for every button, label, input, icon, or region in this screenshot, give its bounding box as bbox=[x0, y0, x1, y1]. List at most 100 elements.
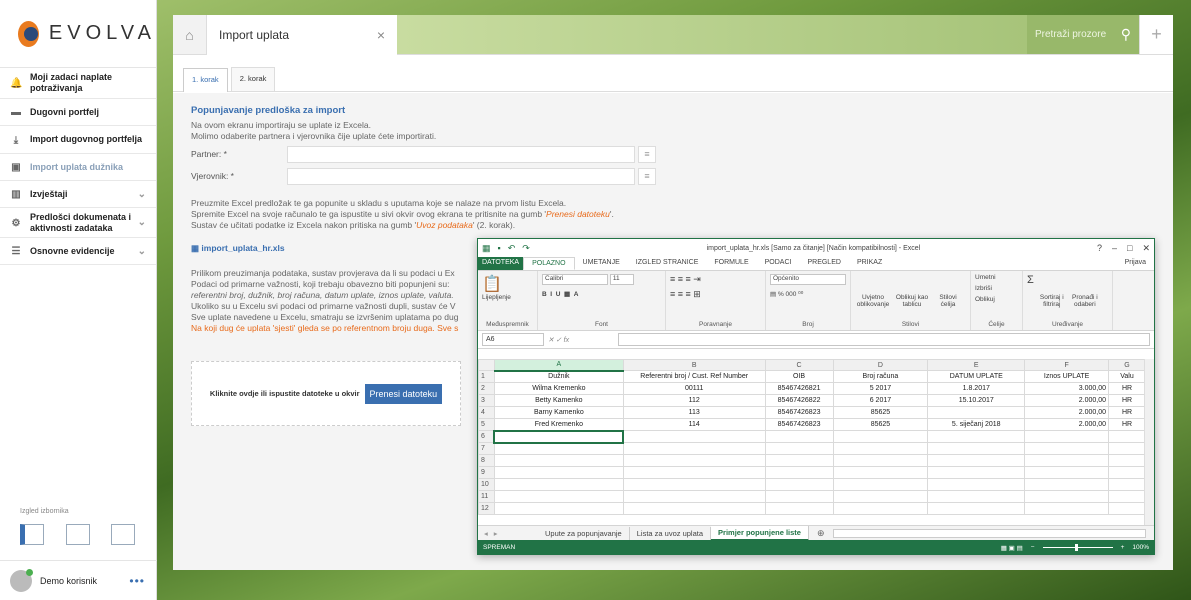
table-cell[interactable] bbox=[493, 466, 624, 479]
spreadsheet-grid[interactable]: A B C D E F G 1 Dužnik Referentni broj / C… bbox=[478, 359, 1146, 525]
layout-option-hidden[interactable] bbox=[111, 524, 135, 545]
sheet-tab-example[interactable]: Primjer popunjene liste bbox=[711, 525, 809, 541]
creditor-field[interactable] bbox=[287, 167, 635, 185]
font-name-select[interactable]: Calibri bbox=[542, 274, 608, 285]
row-header[interactable]: 8 bbox=[478, 454, 495, 467]
sidebar-item-records[interactable]: ☰ Osnovne evidencije ⌄ bbox=[0, 238, 156, 265]
redo-icon[interactable]: ↷ bbox=[522, 243, 530, 254]
layout-option-compact[interactable] bbox=[66, 524, 90, 545]
ribbon-tab-page-layout[interactable]: IZGLED STRANICE bbox=[628, 257, 707, 270]
row-header[interactable]: 2 bbox=[478, 382, 495, 395]
row-header[interactable]: 4 bbox=[478, 406, 495, 419]
table-cell[interactable]: OIB bbox=[764, 370, 834, 383]
add-sheet-icon[interactable]: ⊕ bbox=[817, 528, 825, 539]
table-cell[interactable] bbox=[1024, 466, 1110, 479]
table-cell[interactable] bbox=[764, 454, 834, 467]
table-cell[interactable] bbox=[1108, 430, 1146, 443]
table-cell[interactable] bbox=[1024, 430, 1110, 443]
home-icon[interactable]: ⌂ bbox=[173, 15, 207, 55]
upload-file-button[interactable]: Prenesi datoteku bbox=[364, 383, 443, 404]
sidebar-item-tasks[interactable]: 🔔 Moji zadaci naplate potraživanja bbox=[0, 68, 156, 99]
column-header[interactable]: C bbox=[764, 359, 834, 371]
save-icon[interactable]: ▪ bbox=[498, 243, 501, 254]
table-cell[interactable]: 113 bbox=[622, 406, 766, 419]
column-header[interactable]: B bbox=[622, 359, 766, 371]
table-cell[interactable] bbox=[622, 430, 766, 443]
format-cells-button[interactable]: Oblikuj bbox=[975, 296, 1018, 303]
table-cell[interactable]: Barny Kamenko bbox=[493, 406, 624, 419]
ribbon-tab-insert[interactable]: UMETANJE bbox=[575, 257, 628, 270]
autosum-icon[interactable]: Σ bbox=[1027, 274, 1034, 327]
ribbon-tab-file[interactable]: DATOTEKA bbox=[478, 257, 524, 270]
table-cell[interactable] bbox=[927, 454, 1026, 467]
table-cell[interactable] bbox=[622, 442, 766, 455]
table-cell[interactable] bbox=[1108, 442, 1146, 455]
table-cell[interactable] bbox=[1108, 478, 1146, 491]
sidebar-item-templates[interactable]: ⚙ Predlošci dokumenata i aktivnosti zadat… bbox=[0, 208, 156, 238]
row-header[interactable]: 5 bbox=[478, 418, 495, 431]
row-header[interactable]: 9 bbox=[478, 466, 495, 479]
column-header[interactable]: D bbox=[832, 359, 929, 371]
font-format-buttons[interactable]: B I U ▦ A bbox=[542, 290, 661, 298]
table-cell[interactable] bbox=[1108, 502, 1146, 515]
insert-cells-button[interactable]: Umetni bbox=[975, 274, 1018, 281]
table-cell[interactable] bbox=[927, 406, 1026, 419]
align-icons[interactable]: ≡ ≡ ≡ ⇥ bbox=[670, 274, 761, 285]
help-icon[interactable]: ? bbox=[1097, 243, 1102, 254]
vertical-scrollbar[interactable] bbox=[1144, 359, 1154, 525]
table-cell[interactable]: 2.000,00 bbox=[1024, 418, 1110, 431]
table-cell[interactable] bbox=[1024, 454, 1110, 467]
table-cell[interactable] bbox=[1108, 466, 1146, 479]
window-search-input[interactable]: Pretraži prozore ⚲ bbox=[1027, 15, 1139, 54]
table-cell[interactable]: Fred Kremenko bbox=[493, 418, 624, 431]
maximize-icon[interactable]: □ bbox=[1127, 243, 1132, 254]
table-cell[interactable]: 85467426821 bbox=[764, 382, 834, 395]
sidebar-item-import-portfolio[interactable]: ⤓ Import dugovnog portfelja bbox=[0, 126, 156, 154]
table-cell[interactable]: 00111 bbox=[622, 382, 766, 395]
zoom-in-icon[interactable]: + bbox=[1121, 544, 1125, 551]
table-cell[interactable] bbox=[832, 502, 929, 515]
table-cell[interactable]: 85467426823 bbox=[764, 406, 834, 419]
close-icon[interactable]: × bbox=[377, 27, 385, 43]
table-cell[interactable] bbox=[832, 430, 929, 443]
sheet-tab-instructions[interactable]: Upute za popunjavanje bbox=[538, 526, 630, 540]
delete-cells-button[interactable]: Izbriši bbox=[975, 285, 1018, 292]
table-cell[interactable] bbox=[832, 454, 929, 467]
tab-import-payments[interactable]: Import uplata × bbox=[207, 15, 397, 55]
sidebar-item-import-payments[interactable]: ▣ Import uplata dužnika bbox=[0, 154, 156, 181]
tab-step-1[interactable]: 1. korak bbox=[183, 68, 228, 92]
view-icons[interactable]: ▦ ▣ ▤ bbox=[1001, 544, 1023, 552]
zoom-out-icon[interactable]: − bbox=[1031, 544, 1035, 551]
table-cell[interactable] bbox=[493, 478, 624, 491]
sheet-nav-arrows[interactable]: ◂▸ bbox=[478, 529, 538, 538]
formula-input[interactable] bbox=[618, 333, 1150, 346]
table-cell[interactable] bbox=[927, 430, 1026, 443]
table-cell[interactable] bbox=[493, 490, 624, 503]
table-cell[interactable]: HR bbox=[1108, 382, 1146, 395]
table-cell[interactable] bbox=[622, 490, 766, 503]
column-header[interactable]: G bbox=[1108, 359, 1146, 371]
table-cell[interactable] bbox=[622, 478, 766, 491]
table-cell[interactable] bbox=[622, 466, 766, 479]
number-format-select[interactable]: Općenito bbox=[770, 274, 846, 285]
table-cell[interactable]: 85467426822 bbox=[764, 394, 834, 407]
table-cell[interactable]: 1.8.2017 bbox=[927, 382, 1026, 395]
row-header[interactable]: 1 bbox=[478, 370, 495, 383]
table-cell[interactable]: 112 bbox=[622, 394, 766, 407]
table-cell[interactable] bbox=[622, 502, 766, 515]
table-cell[interactable] bbox=[927, 466, 1026, 479]
horizontal-scrollbar[interactable] bbox=[832, 528, 1146, 538]
excel-window[interactable]: ▦ ▪ ↶ ↷ import_uplata_hr.xls [Samo za čitan… bbox=[477, 238, 1155, 555]
table-cell[interactable] bbox=[764, 466, 834, 479]
zoom-slider[interactable] bbox=[1042, 544, 1113, 551]
table-cell[interactable] bbox=[832, 490, 929, 503]
table-cell[interactable]: Dužnik bbox=[493, 370, 624, 383]
table-cell[interactable] bbox=[764, 502, 834, 515]
table-cell[interactable]: 3.000,00 bbox=[1024, 382, 1110, 395]
minimize-icon[interactable]: – bbox=[1112, 243, 1117, 254]
table-cell[interactable]: 85625 bbox=[832, 406, 929, 419]
table-cell[interactable] bbox=[493, 429, 625, 444]
table-cell[interactable] bbox=[1024, 478, 1110, 491]
search-icon[interactable]: ⚲ bbox=[1121, 26, 1131, 43]
table-cell[interactable] bbox=[764, 490, 834, 503]
